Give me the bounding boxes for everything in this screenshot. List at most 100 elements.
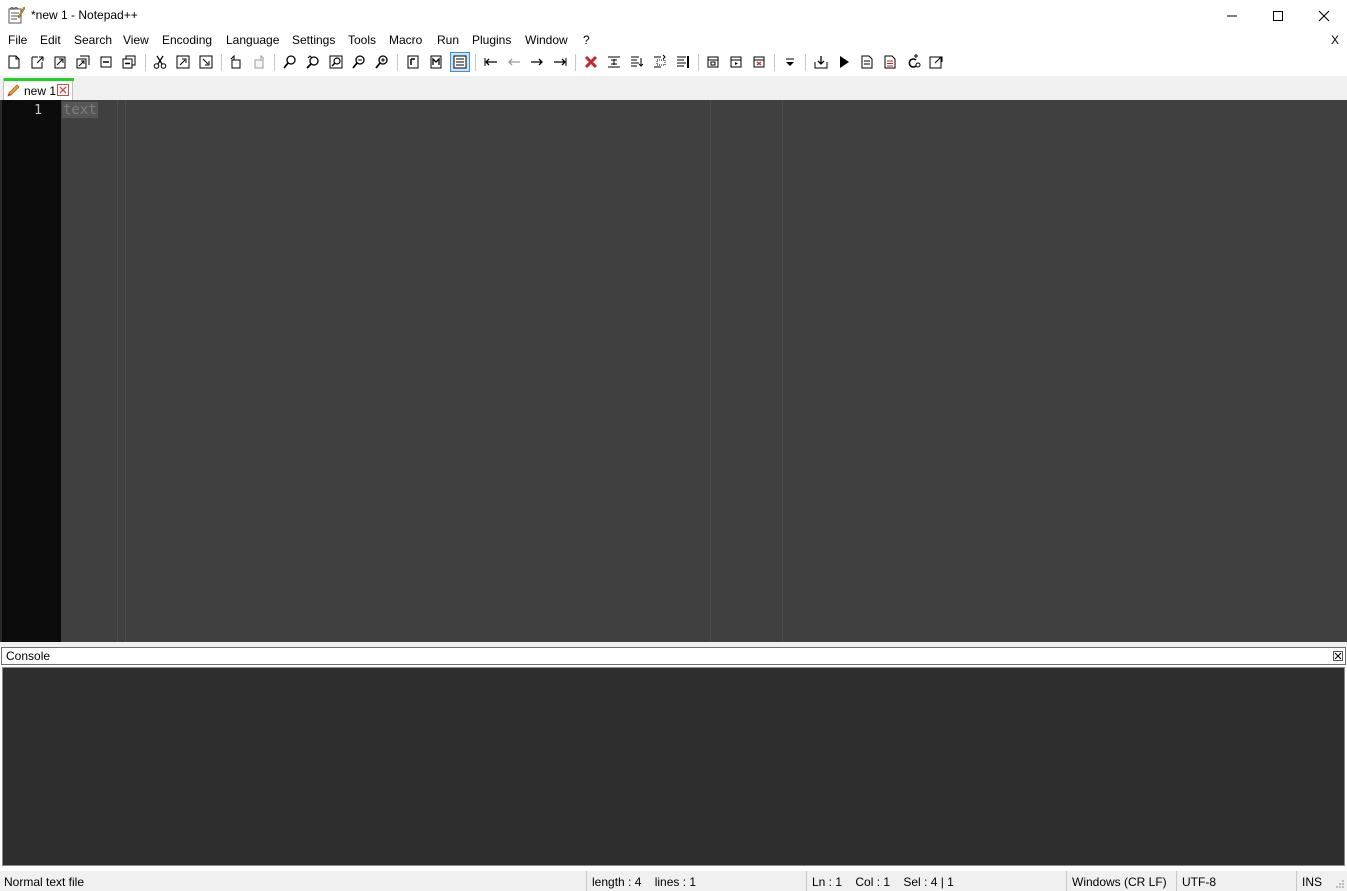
menu-file[interactable]: File	[8, 33, 27, 47]
cut-button[interactable]	[150, 52, 170, 72]
folder-workspace-icon	[753, 56, 765, 68]
find-in-files-button[interactable]	[326, 52, 346, 72]
panel-button[interactable]	[703, 52, 723, 72]
macro-record-button[interactable]	[811, 52, 831, 72]
minimize-icon	[1227, 15, 1237, 16]
close-icon	[1318, 10, 1330, 21]
tab-bar: new 1	[0, 76, 1347, 100]
minimize-button[interactable]	[1209, 0, 1255, 31]
menu-view[interactable]: View	[123, 33, 149, 47]
macro-save-button[interactable]	[857, 52, 877, 72]
copy-button[interactable]	[173, 52, 193, 72]
save-all-icon	[76, 55, 90, 69]
save-button[interactable]	[50, 52, 70, 72]
menu-run[interactable]: Run	[437, 33, 459, 47]
function-list-button[interactable]	[726, 52, 746, 72]
close-window-button[interactable]	[1301, 0, 1347, 31]
window-title: *new 1 - Notepad++	[31, 8, 138, 22]
menu-plugins[interactable]: Plugins	[472, 33, 511, 47]
toolbar-separator	[698, 54, 699, 71]
menu-settings[interactable]: Settings	[292, 33, 335, 47]
doc-map-button[interactable]	[673, 52, 693, 72]
undo-button[interactable]	[226, 52, 246, 72]
fold-all-button[interactable]	[627, 52, 647, 72]
toolbar-separator	[575, 54, 576, 71]
find-button[interactable]	[280, 52, 300, 72]
toolbar-separator	[274, 54, 275, 71]
redo-button[interactable]	[249, 52, 269, 72]
folder-workspace-button[interactable]	[749, 52, 769, 72]
sync-vertical-button[interactable]	[403, 52, 423, 72]
copy-icon	[176, 55, 190, 69]
fold-all-icon	[631, 56, 644, 67]
plugin-button[interactable]	[903, 52, 923, 72]
console-output[interactable]	[2, 667, 1345, 866]
indent-guide-line	[117, 100, 118, 642]
nav-back-disabled-icon	[508, 58, 520, 66]
launch-button[interactable]	[926, 52, 946, 72]
macro-play-button[interactable]	[834, 52, 854, 72]
status-encoding[interactable]: UTF-8	[1176, 871, 1296, 891]
menu-macro[interactable]: Macro	[389, 33, 422, 47]
zoom-out-icon	[352, 55, 365, 69]
notepad-app-icon	[8, 6, 25, 24]
word-wrap-button[interactable]	[450, 52, 470, 72]
macro-save-icon	[861, 55, 873, 69]
maximize-button[interactable]	[1255, 0, 1301, 31]
menu-help[interactable]: ?	[583, 33, 590, 47]
console-title: Console	[6, 649, 51, 663]
editor-area[interactable]: 1 text	[0, 100, 1347, 642]
status-position: Ln : 1 Col : 1 Sel : 4 | 1	[806, 871, 1066, 891]
menu-encoding[interactable]: Encoding	[162, 33, 212, 47]
nav-forward-button[interactable]	[527, 52, 547, 72]
toolbar-separator	[221, 54, 222, 71]
tab-close-button[interactable]	[57, 84, 69, 96]
word-wrap-icon	[453, 55, 467, 69]
new-file-icon	[8, 55, 20, 69]
nav-back-icon	[484, 58, 497, 66]
new-file-button[interactable]	[4, 52, 24, 72]
close-document-button[interactable]: X	[1331, 33, 1339, 47]
doc-map-icon	[677, 56, 689, 68]
nav-back-alt-button[interactable]	[504, 52, 524, 72]
menu-language[interactable]: Language	[226, 33, 279, 47]
menu-window[interactable]: Window	[525, 33, 568, 47]
close-file-button[interactable]	[96, 52, 116, 72]
title-bar: *new 1 - Notepad++	[0, 0, 1347, 31]
unfold-all-button[interactable]	[650, 52, 670, 72]
close-all-button[interactable]	[119, 52, 139, 72]
resize-grip-icon[interactable]	[1335, 879, 1345, 889]
replace-button[interactable]	[303, 52, 323, 72]
cut-icon	[153, 55, 167, 69]
zoom-out-button[interactable]	[349, 52, 369, 72]
save-all-button[interactable]	[73, 52, 93, 72]
toolbar-separator	[475, 54, 476, 71]
indent-guide-button[interactable]	[604, 52, 624, 72]
unfold-all-icon	[654, 54, 666, 68]
tab-new-1[interactable]: new 1	[3, 78, 74, 100]
console-close-icon[interactable]	[1333, 651, 1343, 661]
nav-back-button[interactable]	[481, 52, 501, 72]
sync-horizontal-icon	[430, 55, 442, 69]
stop-recording-icon	[584, 55, 598, 69]
paste-button[interactable]	[196, 52, 216, 72]
indent-guide-icon	[608, 56, 620, 68]
code-line[interactable]: text	[62, 102, 98, 118]
sync-horizontal-button[interactable]	[426, 52, 446, 72]
nav-forward-end-button[interactable]	[550, 52, 570, 72]
stop-recording-button[interactable]	[581, 52, 601, 72]
status-eol[interactable]: Windows (CR LF)	[1066, 871, 1176, 891]
find-icon	[283, 55, 296, 69]
menu-edit[interactable]: Edit	[40, 33, 61, 47]
zoom-in-button[interactable]	[372, 52, 392, 72]
menu-search[interactable]: Search	[74, 33, 112, 47]
indent-guide-line	[125, 100, 126, 642]
menu-tools[interactable]: Tools	[348, 33, 376, 47]
menu-bar: File Edit Search View Encoding Language …	[0, 31, 1347, 50]
toolbar-dropdown-button[interactable]	[780, 52, 800, 72]
open-file-icon	[31, 56, 44, 69]
macro-run-icon	[884, 55, 896, 69]
macro-run-button[interactable]	[880, 52, 900, 72]
close-file-icon	[100, 56, 112, 68]
open-file-button[interactable]	[27, 52, 47, 72]
